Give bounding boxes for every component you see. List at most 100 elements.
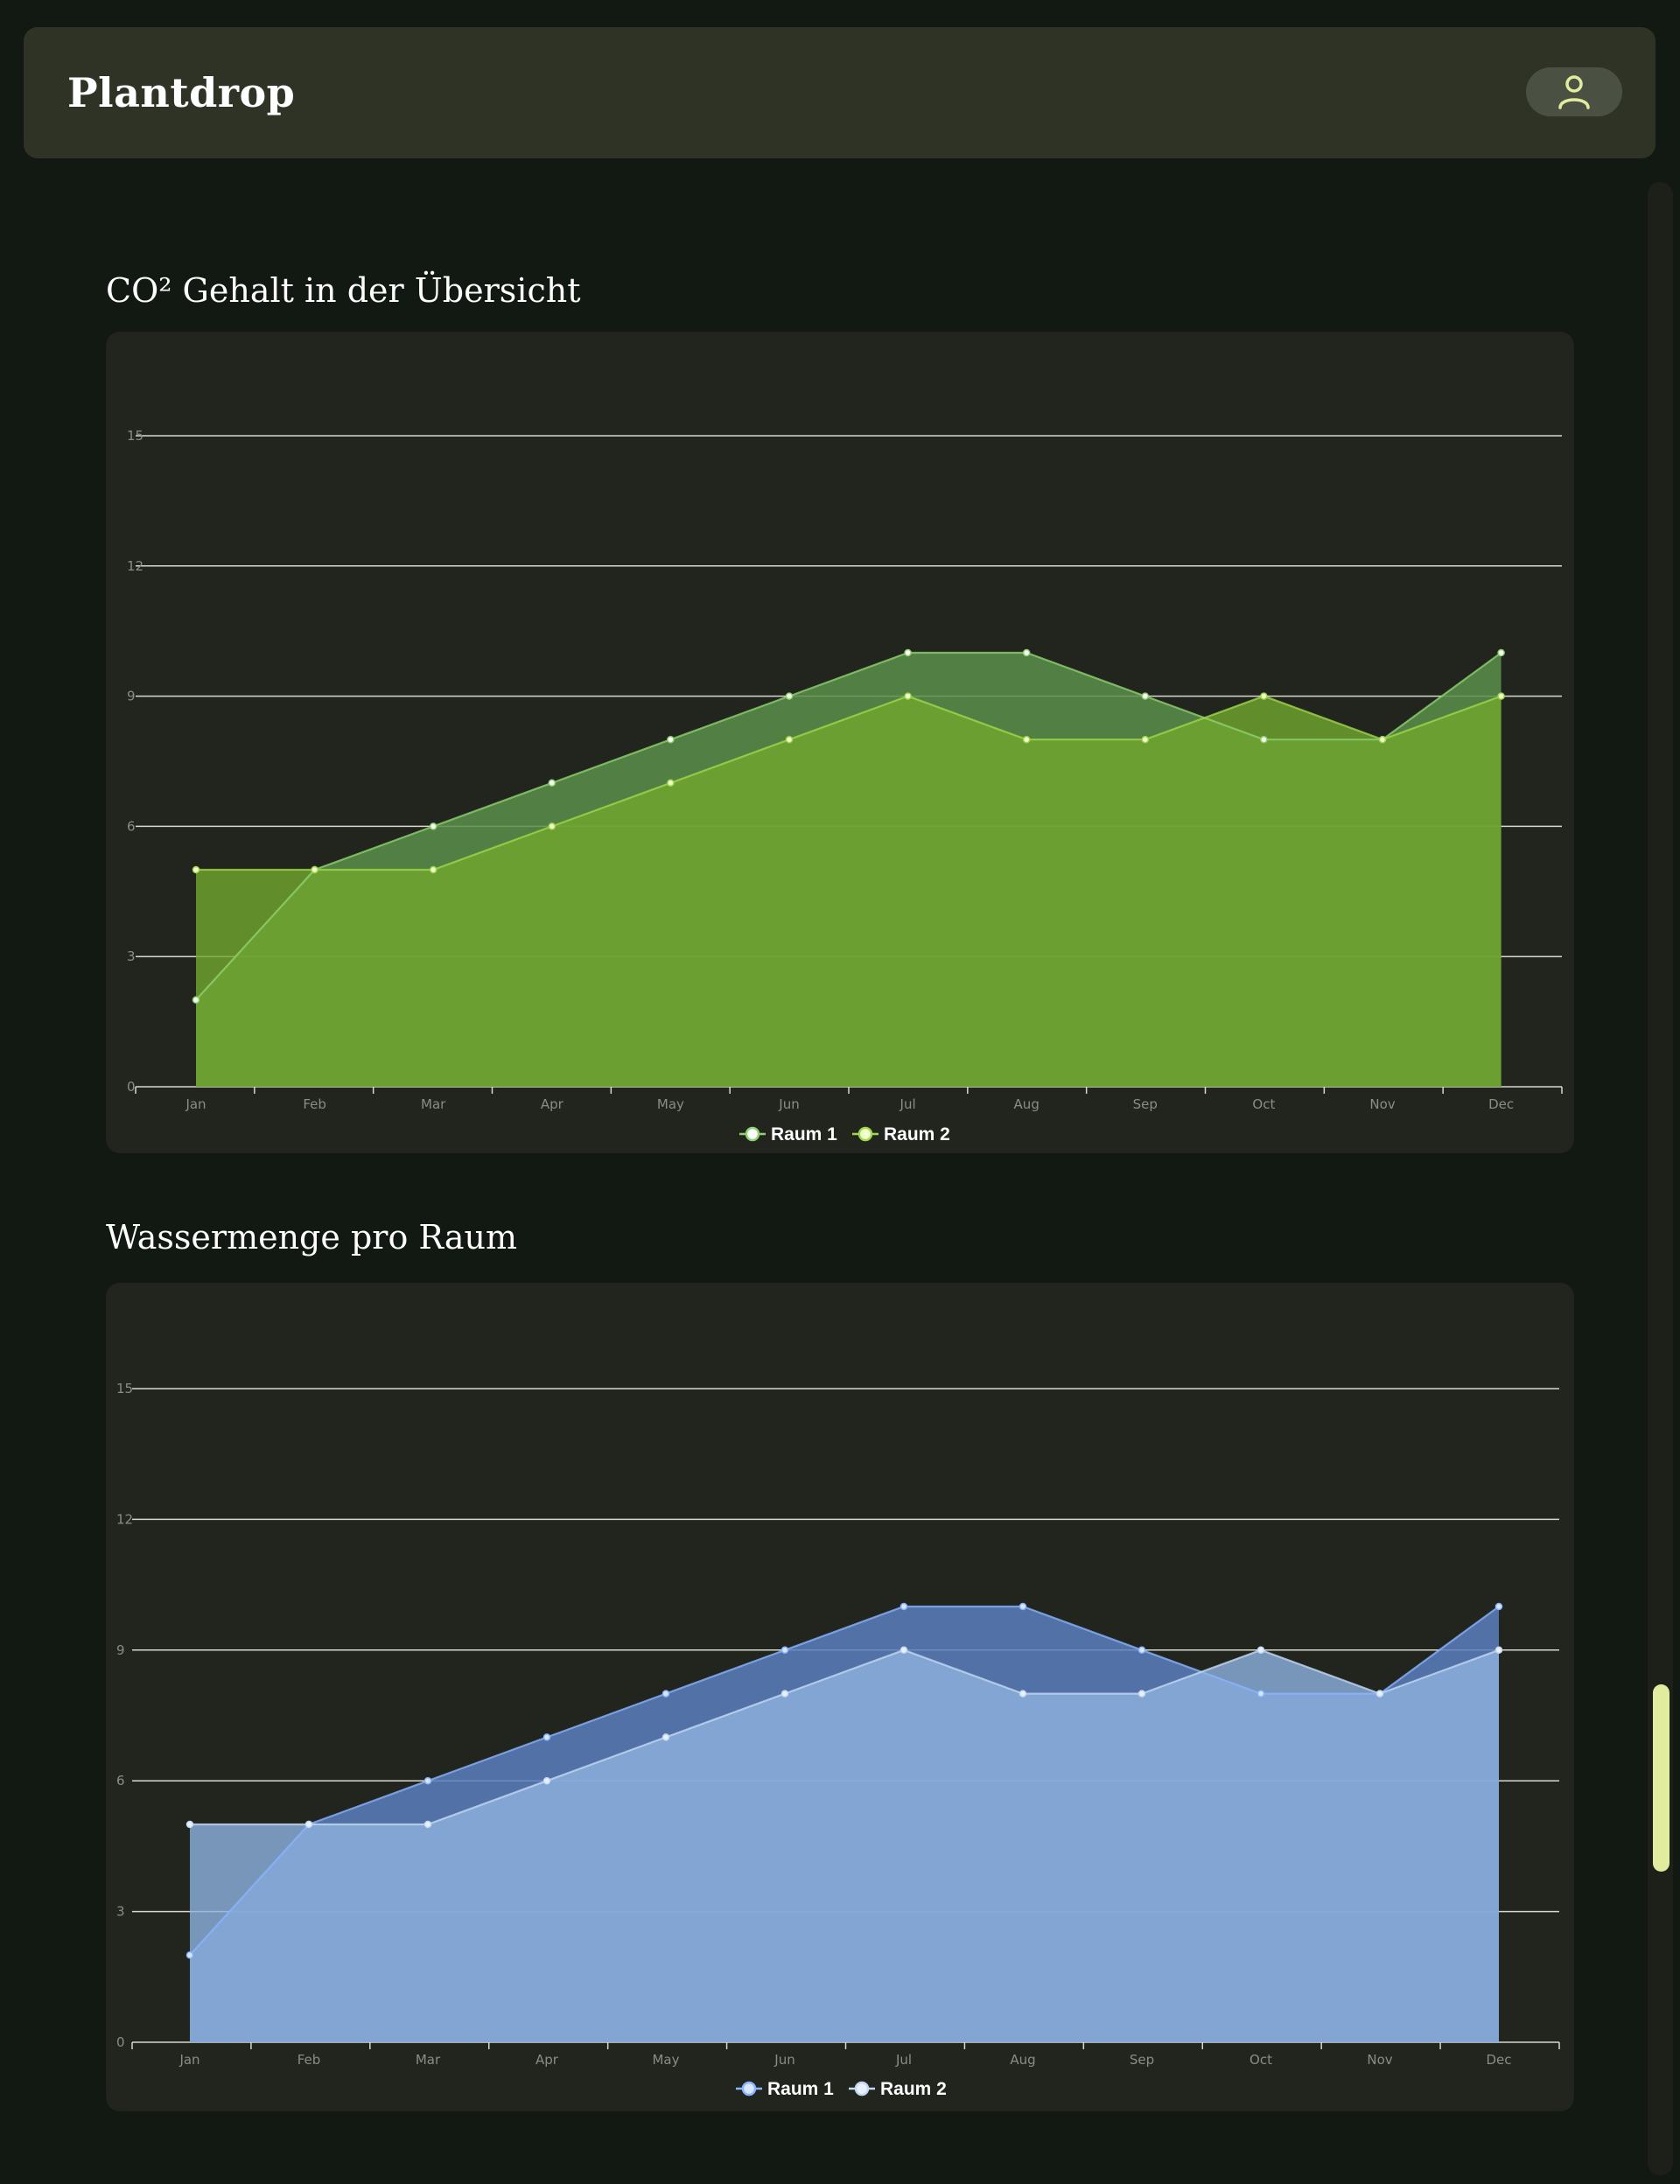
water-chart-card: 0 3 6 9 12 15 Jan Feb Mar Apr May Jun Jul Aug Sep Oct No… <box>106 1283 1574 2111</box>
series-area-2 <box>190 1649 1499 2042</box>
data-point <box>785 692 794 700</box>
legend-item-1: Raum 1 <box>736 2079 834 2099</box>
data-point <box>548 822 556 830</box>
co2-section-title: CO² Gehalt in der Übersicht <box>106 271 581 310</box>
user-menu-button[interactable] <box>1526 67 1622 116</box>
data-point <box>192 865 200 874</box>
data-point <box>1494 1602 1503 1611</box>
data-point <box>904 648 912 657</box>
data-point <box>1256 1646 1265 1655</box>
data-point <box>662 1690 670 1698</box>
y-tick-label: 6 <box>127 818 136 834</box>
x-tick-label: Feb <box>298 2052 321 2068</box>
data-point <box>424 1776 432 1785</box>
data-point <box>186 1820 194 1829</box>
data-point <box>1260 735 1268 744</box>
data-point <box>1018 1602 1027 1611</box>
y-tick-label: 12 <box>116 1511 133 1527</box>
legend-item-2: Raum 2 <box>852 1124 950 1144</box>
x-tick-label: Mar <box>416 2052 441 2068</box>
data-point <box>1378 735 1387 744</box>
scrollbar-track[interactable] <box>1648 182 1673 2175</box>
data-point <box>785 735 794 744</box>
data-point <box>1497 648 1505 657</box>
data-point <box>311 865 318 874</box>
data-point <box>542 1776 551 1785</box>
data-point <box>542 1733 551 1741</box>
legend-marker <box>858 1126 873 1142</box>
x-tick-label: Oct <box>1250 2052 1272 2068</box>
data-point <box>1494 1646 1503 1655</box>
x-tick-label: Jul <box>900 1096 916 1112</box>
x-tick-label: Nov <box>1367 2052 1392 2068</box>
data-point <box>1138 1646 1146 1655</box>
co2-chart-card: 0 3 6 9 12 15 Jan Feb Mar Apr May Jun Jul Aug Sep Oct No… <box>106 332 1574 1153</box>
legend-label: Raum 2 <box>884 1124 950 1144</box>
legend-item-2: Raum 2 <box>849 2079 947 2099</box>
x-tick-label: Apr <box>541 1096 564 1112</box>
legend-label: Raum 1 <box>771 1124 837 1144</box>
scrollbar-thumb[interactable] <box>1653 1684 1670 1872</box>
water-section-title: Wassermenge pro Raum <box>106 1218 518 1256</box>
data-point <box>780 1646 789 1655</box>
data-point <box>900 1646 908 1655</box>
y-tick-label: 3 <box>116 1904 125 1920</box>
data-point <box>192 996 200 1004</box>
data-point <box>667 779 675 788</box>
data-point <box>429 822 438 830</box>
y-tick-label: 9 <box>127 689 136 704</box>
x-tick-label: Jul <box>895 2052 912 2068</box>
x-tick-label: Aug <box>1014 1096 1040 1112</box>
water-area-chart: 0 3 6 9 12 15 Jan Feb Mar Apr May Jun Jul Aug Sep Oct No… <box>116 1381 1560 2099</box>
data-point <box>1376 1690 1384 1698</box>
data-point <box>1256 1690 1265 1698</box>
data-point <box>1141 692 1150 700</box>
x-tick-label: Jan <box>185 1096 206 1112</box>
x-tick-label: Dec <box>1486 2052 1511 2068</box>
data-point <box>904 692 912 700</box>
data-point <box>186 1951 194 1959</box>
x-tick-label: Jun <box>774 2052 794 2068</box>
x-tick-label: Sep <box>1130 2052 1154 2068</box>
x-tick-label: Feb <box>303 1096 326 1112</box>
y-tick-label: 15 <box>127 428 144 444</box>
x-tick-label: May <box>652 2052 679 2068</box>
data-point <box>1260 692 1268 700</box>
legend-marker <box>741 2081 757 2096</box>
user-icon <box>1558 75 1590 109</box>
legend-label: Raum 1 <box>767 2079 834 2099</box>
data-point <box>548 779 556 788</box>
data-point <box>780 1690 789 1698</box>
x-tick-label: Sep <box>1133 1096 1158 1112</box>
data-point <box>900 1602 908 1611</box>
x-tick-label: Jun <box>778 1096 799 1112</box>
x-tick-label: Mar <box>421 1096 446 1112</box>
legend-item-1: Raum 1 <box>739 1124 837 1144</box>
legend-label: Raum 2 <box>880 2079 947 2099</box>
y-tick-label: 0 <box>127 1079 136 1095</box>
x-tick-label: Aug <box>1010 2052 1035 2068</box>
y-tick-label: 0 <box>116 2034 125 2050</box>
co2-area-chart: 0 3 6 9 12 15 Jan Feb Mar Apr May Jun Jul Aug Sep Oct No… <box>127 428 1563 1144</box>
y-tick-label: 6 <box>116 1773 125 1788</box>
data-point <box>1022 648 1031 657</box>
x-tick-label: Dec <box>1488 1096 1514 1112</box>
app-title: Plantdrop <box>67 69 296 116</box>
data-point <box>1018 1690 1027 1698</box>
app-header: Plantdrop <box>24 27 1656 158</box>
legend-marker <box>854 2081 870 2096</box>
data-point <box>304 1820 313 1829</box>
series-area-2 <box>196 696 1502 1087</box>
data-point <box>1022 735 1031 744</box>
data-point <box>424 1820 432 1829</box>
y-tick-label: 3 <box>127 948 136 964</box>
data-point <box>667 735 675 744</box>
x-tick-label: Apr <box>536 2052 559 2068</box>
y-tick-label: 15 <box>116 1381 133 1396</box>
data-point <box>1141 735 1150 744</box>
x-tick-label: Jan <box>178 2052 200 2068</box>
data-point <box>1497 692 1505 700</box>
data-point <box>1138 1690 1146 1698</box>
x-tick-label: Nov <box>1369 1096 1395 1112</box>
data-point <box>429 865 438 874</box>
